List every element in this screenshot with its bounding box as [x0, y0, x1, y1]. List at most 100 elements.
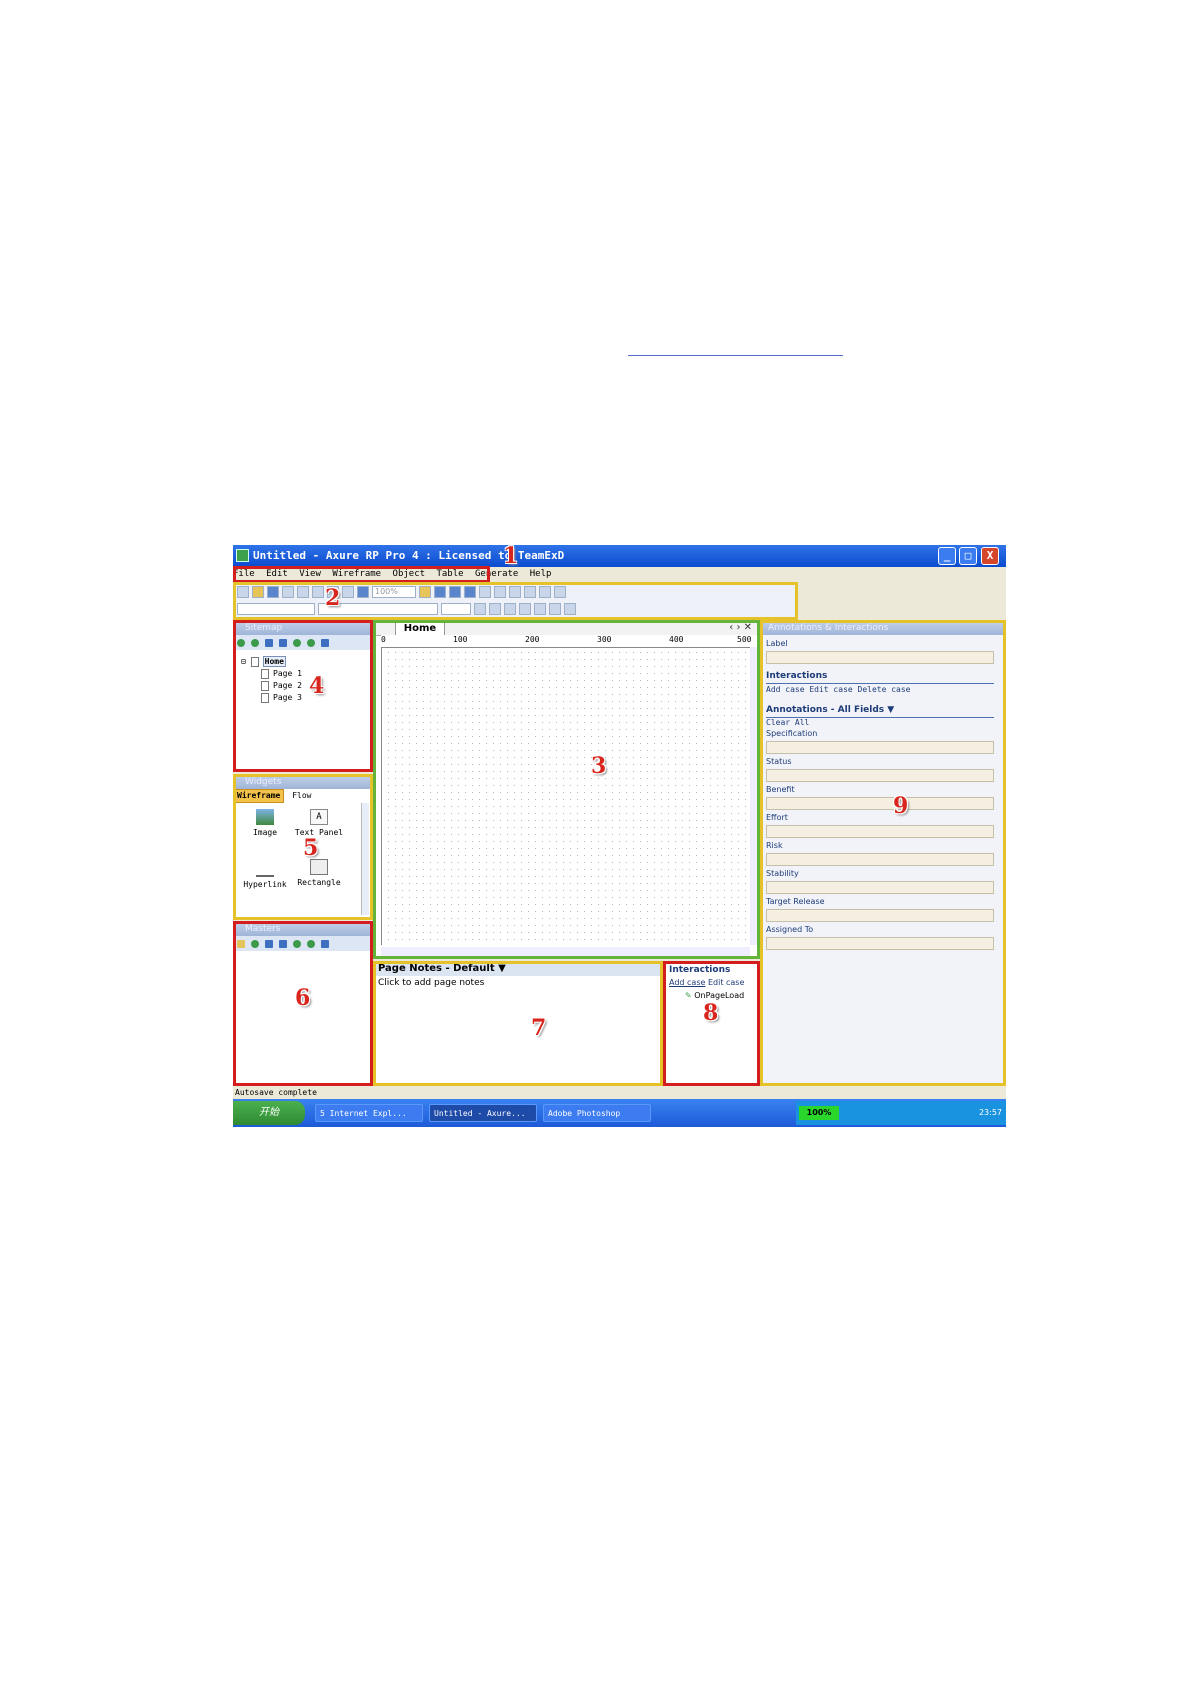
menu-object[interactable]: Object: [393, 569, 426, 579]
widget-rectangle[interactable]: Rectangle: [289, 859, 349, 887]
menu-edit[interactable]: Edit: [266, 569, 288, 579]
page-notes-placeholder[interactable]: Click to add page notes: [378, 978, 484, 988]
minimize-button[interactable]: _: [938, 547, 956, 565]
paste-icon[interactable]: [312, 586, 324, 598]
move-up-icon[interactable]: [265, 939, 273, 948]
align-left-icon[interactable]: [519, 603, 531, 615]
widgets-scrollbar[interactable]: [361, 803, 369, 915]
close-tab-icon[interactable]: ‹ › ✕: [729, 621, 752, 635]
interactions-links[interactable]: Add case Edit case Delete case: [766, 685, 1002, 694]
move-down-icon[interactable]: [279, 939, 287, 948]
page-icon: [261, 668, 269, 679]
align-center-icon[interactable]: [534, 603, 546, 615]
cut-icon[interactable]: [282, 586, 294, 598]
add-page-icon[interactable]: [237, 638, 245, 647]
tab-wireframe[interactable]: Wireframe: [233, 789, 285, 803]
copy-icon[interactable]: [297, 586, 309, 598]
close-button[interactable]: X: [981, 547, 999, 565]
outdent-icon[interactable]: [307, 638, 315, 647]
add-case-link[interactable]: Add case: [669, 978, 705, 987]
status-select[interactable]: [766, 769, 994, 782]
new-file-icon[interactable]: [237, 586, 249, 598]
benefit-select[interactable]: [766, 797, 994, 810]
menu-wireframe[interactable]: Wireframe: [332, 569, 381, 579]
maximize-button[interactable]: □: [959, 547, 977, 565]
tree-item-page-3[interactable]: Page 3: [241, 692, 302, 704]
font-size-select[interactable]: [441, 603, 471, 615]
taskbar-photoshop[interactable]: Adobe Photoshop: [543, 1104, 651, 1122]
zoom-select[interactable]: 100%: [372, 586, 416, 598]
indent-icon[interactable]: [293, 638, 301, 647]
page-notes-header[interactable]: Page Notes - Default ▼: [375, 962, 661, 976]
connector-icon[interactable]: [434, 586, 446, 598]
menu-help[interactable]: Help: [530, 569, 552, 579]
widget-image[interactable]: Image: [235, 809, 295, 837]
font-family-select[interactable]: [237, 603, 315, 615]
menu-file[interactable]: File: [233, 569, 255, 579]
delete-page-icon[interactable]: [321, 638, 329, 647]
target-release-input[interactable]: [766, 909, 994, 922]
move-down-icon[interactable]: [279, 638, 287, 647]
callout-number-2: 2: [325, 585, 341, 611]
line-width-icon[interactable]: [524, 586, 536, 598]
tree-item-home[interactable]: ⊟ Home: [241, 656, 302, 668]
start-button[interactable]: 开始: [233, 1101, 305, 1125]
stability-input[interactable]: [766, 881, 994, 894]
taskbar-axure[interactable]: Untitled - Axure...: [429, 1104, 537, 1122]
specification-input[interactable]: [766, 741, 994, 754]
widget-text-panel[interactable]: A Text Panel: [289, 809, 349, 837]
delete-master-icon[interactable]: [321, 939, 329, 948]
widgets-header: Widgets: [233, 775, 371, 789]
underline-icon[interactable]: [504, 603, 516, 615]
send-back-icon[interactable]: [464, 586, 476, 598]
pointer-icon[interactable]: [419, 586, 431, 598]
move-up-icon[interactable]: [265, 638, 273, 647]
line-color-icon[interactable]: [509, 586, 521, 598]
save-icon[interactable]: [267, 586, 279, 598]
edit-case-link[interactable]: Edit case: [708, 978, 744, 987]
widget-hyperlink[interactable]: Hyperlink: [235, 859, 295, 889]
tab-home[interactable]: Home: [395, 621, 445, 635]
canvas-horizontal-scrollbar[interactable]: [381, 947, 750, 957]
page-icon: [261, 692, 269, 703]
indent-icon[interactable]: [293, 939, 301, 948]
open-folder-icon[interactable]: [252, 586, 264, 598]
onpageload-item[interactable]: ✎ OnPageLoad: [685, 991, 744, 1000]
menu-table[interactable]: Table: [436, 569, 463, 579]
menu-view[interactable]: View: [299, 569, 321, 579]
taskbar-internet-explorer[interactable]: 5 Internet Expl...: [315, 1104, 423, 1122]
menu-generate[interactable]: Generate: [475, 569, 518, 579]
assigned-to-input[interactable]: [766, 937, 994, 950]
italic-icon[interactable]: [489, 603, 501, 615]
tab-flow[interactable]: Flow: [289, 790, 314, 802]
format-painter-icon[interactable]: [357, 586, 369, 598]
redo-icon[interactable]: [342, 586, 354, 598]
bold-icon[interactable]: [474, 603, 486, 615]
annotations-section-title[interactable]: Annotations - All Fields ▼: [766, 705, 894, 715]
page-notes-panel: Page Notes - Default ▼ Click to add page…: [375, 962, 661, 1084]
fill-color-icon[interactable]: [494, 586, 506, 598]
add-child-icon[interactable]: [251, 638, 259, 647]
arrow-style-icon[interactable]: [554, 586, 566, 598]
canvas-grid[interactable]: [385, 649, 748, 945]
ruler-label: 100: [453, 635, 468, 644]
line-style-icon[interactable]: [539, 586, 551, 598]
label-input[interactable]: [766, 651, 994, 664]
tree-item-page-2[interactable]: Page 2: [241, 680, 302, 692]
tree-item-page-1[interactable]: Page 1: [241, 668, 302, 680]
align-right-icon[interactable]: [549, 603, 561, 615]
outdent-icon[interactable]: [307, 939, 315, 948]
callout-number-5: 5: [303, 835, 319, 861]
group-icon[interactable]: [479, 586, 491, 598]
bring-front-icon[interactable]: [449, 586, 461, 598]
canvas-vertical-scrollbar[interactable]: [750, 647, 758, 945]
design-canvas[interactable]: Home ‹ › ✕ 0 100 200 300 400 500: [375, 621, 758, 957]
add-master-icon[interactable]: [251, 939, 259, 948]
text-color-icon[interactable]: [564, 603, 576, 615]
underlined-link-line[interactable]: [628, 355, 843, 356]
effort-input[interactable]: [766, 825, 994, 838]
risk-select[interactable]: [766, 853, 994, 866]
folder-icon[interactable]: [237, 939, 245, 948]
field-label-effort: Effort: [766, 813, 788, 822]
clear-all-link[interactable]: Clear All: [766, 718, 1002, 727]
